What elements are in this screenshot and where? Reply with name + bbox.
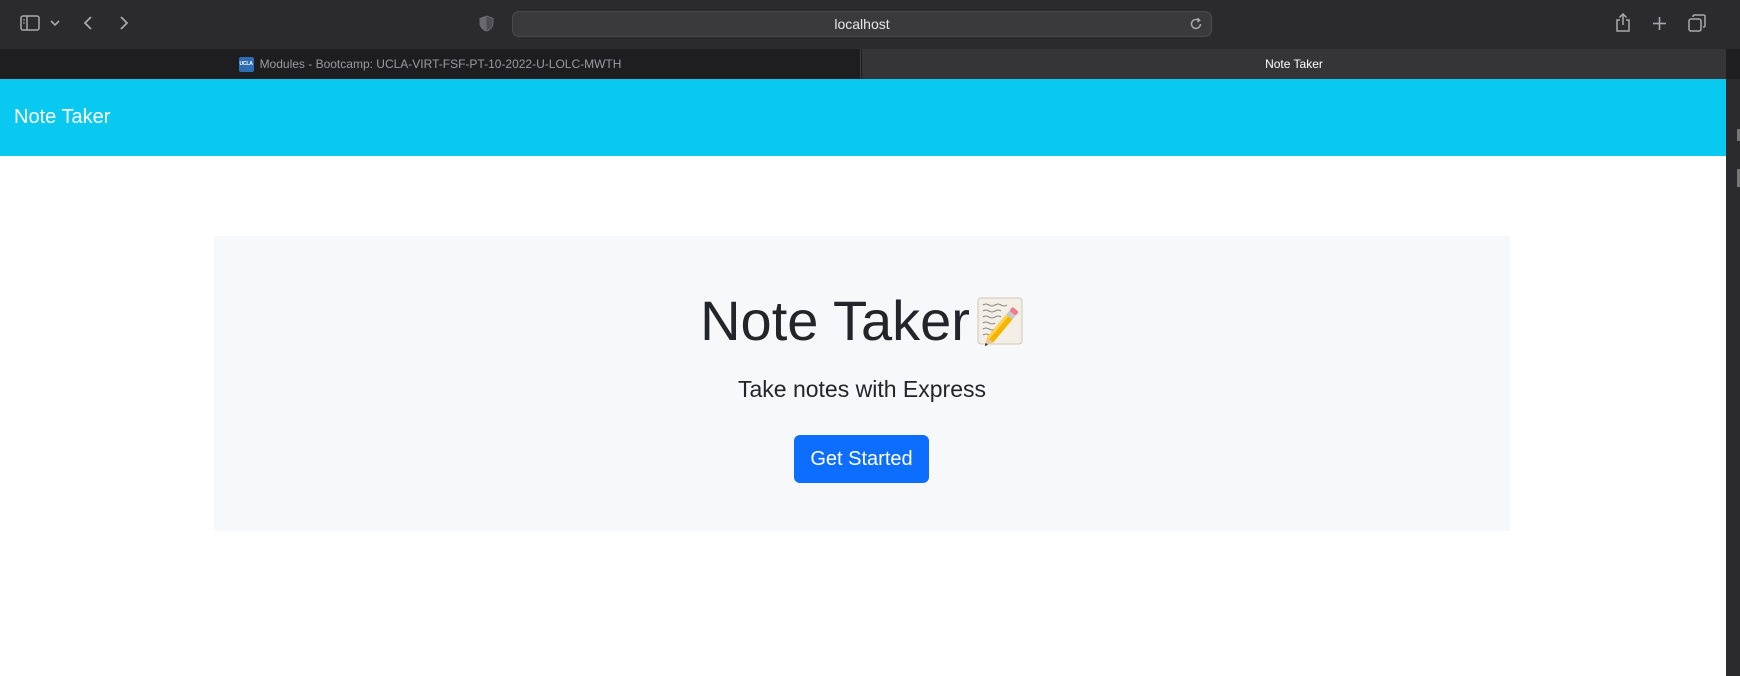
browser-toolbar: localhost: [0, 0, 1740, 48]
address-url[interactable]: localhost: [513, 12, 1211, 36]
new-tab-icon[interactable]: [1650, 10, 1668, 36]
reload-icon[interactable]: [1189, 17, 1203, 36]
window-edge: [1726, 79, 1740, 676]
address-bar[interactable]: localhost: [512, 11, 1212, 37]
hero-subtitle: Take notes with Express: [737, 376, 986, 402]
get-started-button[interactable]: Get Started: [794, 435, 929, 483]
page-viewport: Note Taker Note Taker Take notes with Ex…: [0, 79, 1726, 676]
tab-label: Modules - Bootcamp: UCLA-VIRT-FSF-PT-10-…: [259, 57, 622, 71]
hero-title-text: Note Taker: [700, 289, 970, 352]
tab-label: Note Taker: [1265, 57, 1323, 71]
chevron-down-icon[interactable]: [48, 10, 62, 36]
navbar: Note Taker: [0, 79, 1726, 156]
forward-icon[interactable]: [116, 10, 132, 36]
page-title: Note Taker: [214, 286, 1510, 356]
tab-modules[interactable]: UCLA Modules - Bootcamp: UCLA-VIRT-FSF-P…: [0, 49, 861, 79]
navbar-brand[interactable]: Note Taker: [14, 79, 110, 156]
tab-bar: UCLA Modules - Bootcamp: UCLA-VIRT-FSF-P…: [0, 49, 1740, 79]
ucla-favicon-icon: UCLA: [238, 56, 254, 72]
tab-note-taker[interactable]: Note Taker: [862, 49, 1726, 79]
memo-pencil-icon: [976, 292, 1024, 347]
back-icon[interactable]: [80, 10, 96, 36]
share-icon[interactable]: [1614, 10, 1632, 36]
hero-jumbotron: Note Taker Take notes with Express Get S…: [214, 236, 1510, 531]
tab-overview-icon[interactable]: [1687, 10, 1707, 36]
shield-icon[interactable]: [479, 15, 494, 37]
sidebar-icon[interactable]: [18, 10, 42, 36]
